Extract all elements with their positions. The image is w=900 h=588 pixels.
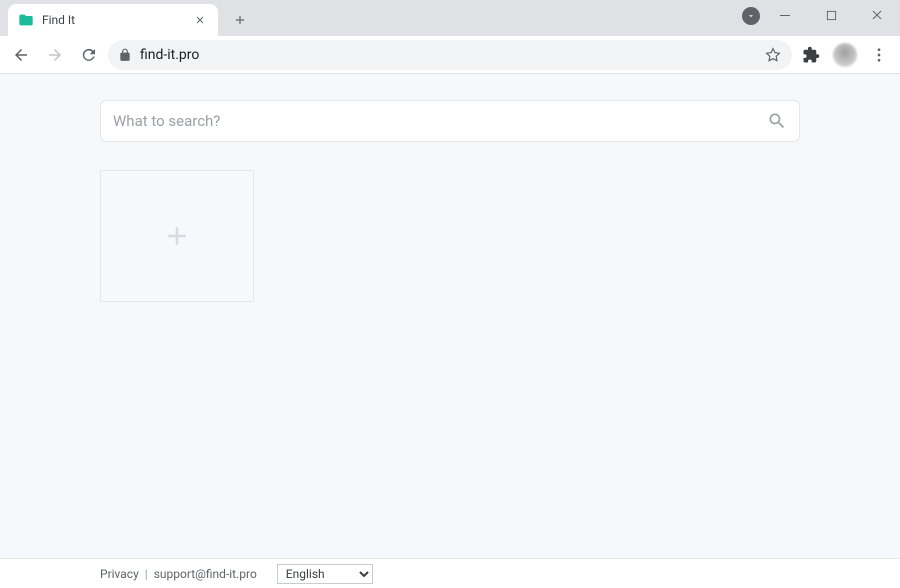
- language-select[interactable]: English: [277, 564, 373, 584]
- nav-back-button[interactable]: [6, 40, 36, 70]
- support-email-link[interactable]: support@find-it.pro: [154, 567, 257, 581]
- browser-menu-button[interactable]: [864, 40, 894, 70]
- page-footer: Privacy | support@find-it.pro English: [0, 558, 900, 588]
- address-bar-url: find-it.pro: [140, 47, 756, 63]
- bookmark-star-icon[interactable]: [764, 46, 782, 64]
- nav-forward-button[interactable]: [40, 40, 70, 70]
- nav-reload-button[interactable]: [74, 40, 104, 70]
- plus-icon: [162, 221, 192, 251]
- add-tile-button[interactable]: [100, 170, 254, 302]
- browser-titlebar: Find It: [0, 0, 900, 36]
- window-maximize-button[interactable]: [808, 0, 854, 30]
- new-tab-button[interactable]: [226, 6, 254, 34]
- extensions-icon[interactable]: [796, 40, 826, 70]
- tab-favicon-folder-icon: [18, 12, 34, 28]
- lock-icon: [118, 48, 132, 62]
- browser-toolbar: find-it.pro: [0, 36, 900, 74]
- window-controls: [762, 0, 900, 30]
- search-input[interactable]: [113, 112, 757, 130]
- window-close-button[interactable]: [854, 0, 900, 30]
- page-content: Privacy | support@find-it.pro English: [0, 74, 900, 588]
- search-icon[interactable]: [767, 111, 787, 131]
- privacy-link[interactable]: Privacy: [100, 567, 139, 581]
- browser-tab[interactable]: Find It: [8, 4, 218, 36]
- account-indicator-icon[interactable]: [742, 7, 760, 25]
- profile-avatar[interactable]: [830, 40, 860, 70]
- address-bar[interactable]: find-it.pro: [108, 40, 792, 70]
- search-bar[interactable]: [100, 100, 800, 142]
- footer-separator: |: [145, 567, 148, 581]
- avatar-icon: [833, 43, 857, 67]
- tab-title: Find It: [42, 13, 184, 27]
- tab-close-button[interactable]: [192, 12, 208, 28]
- window-minimize-button[interactable]: [762, 0, 808, 30]
